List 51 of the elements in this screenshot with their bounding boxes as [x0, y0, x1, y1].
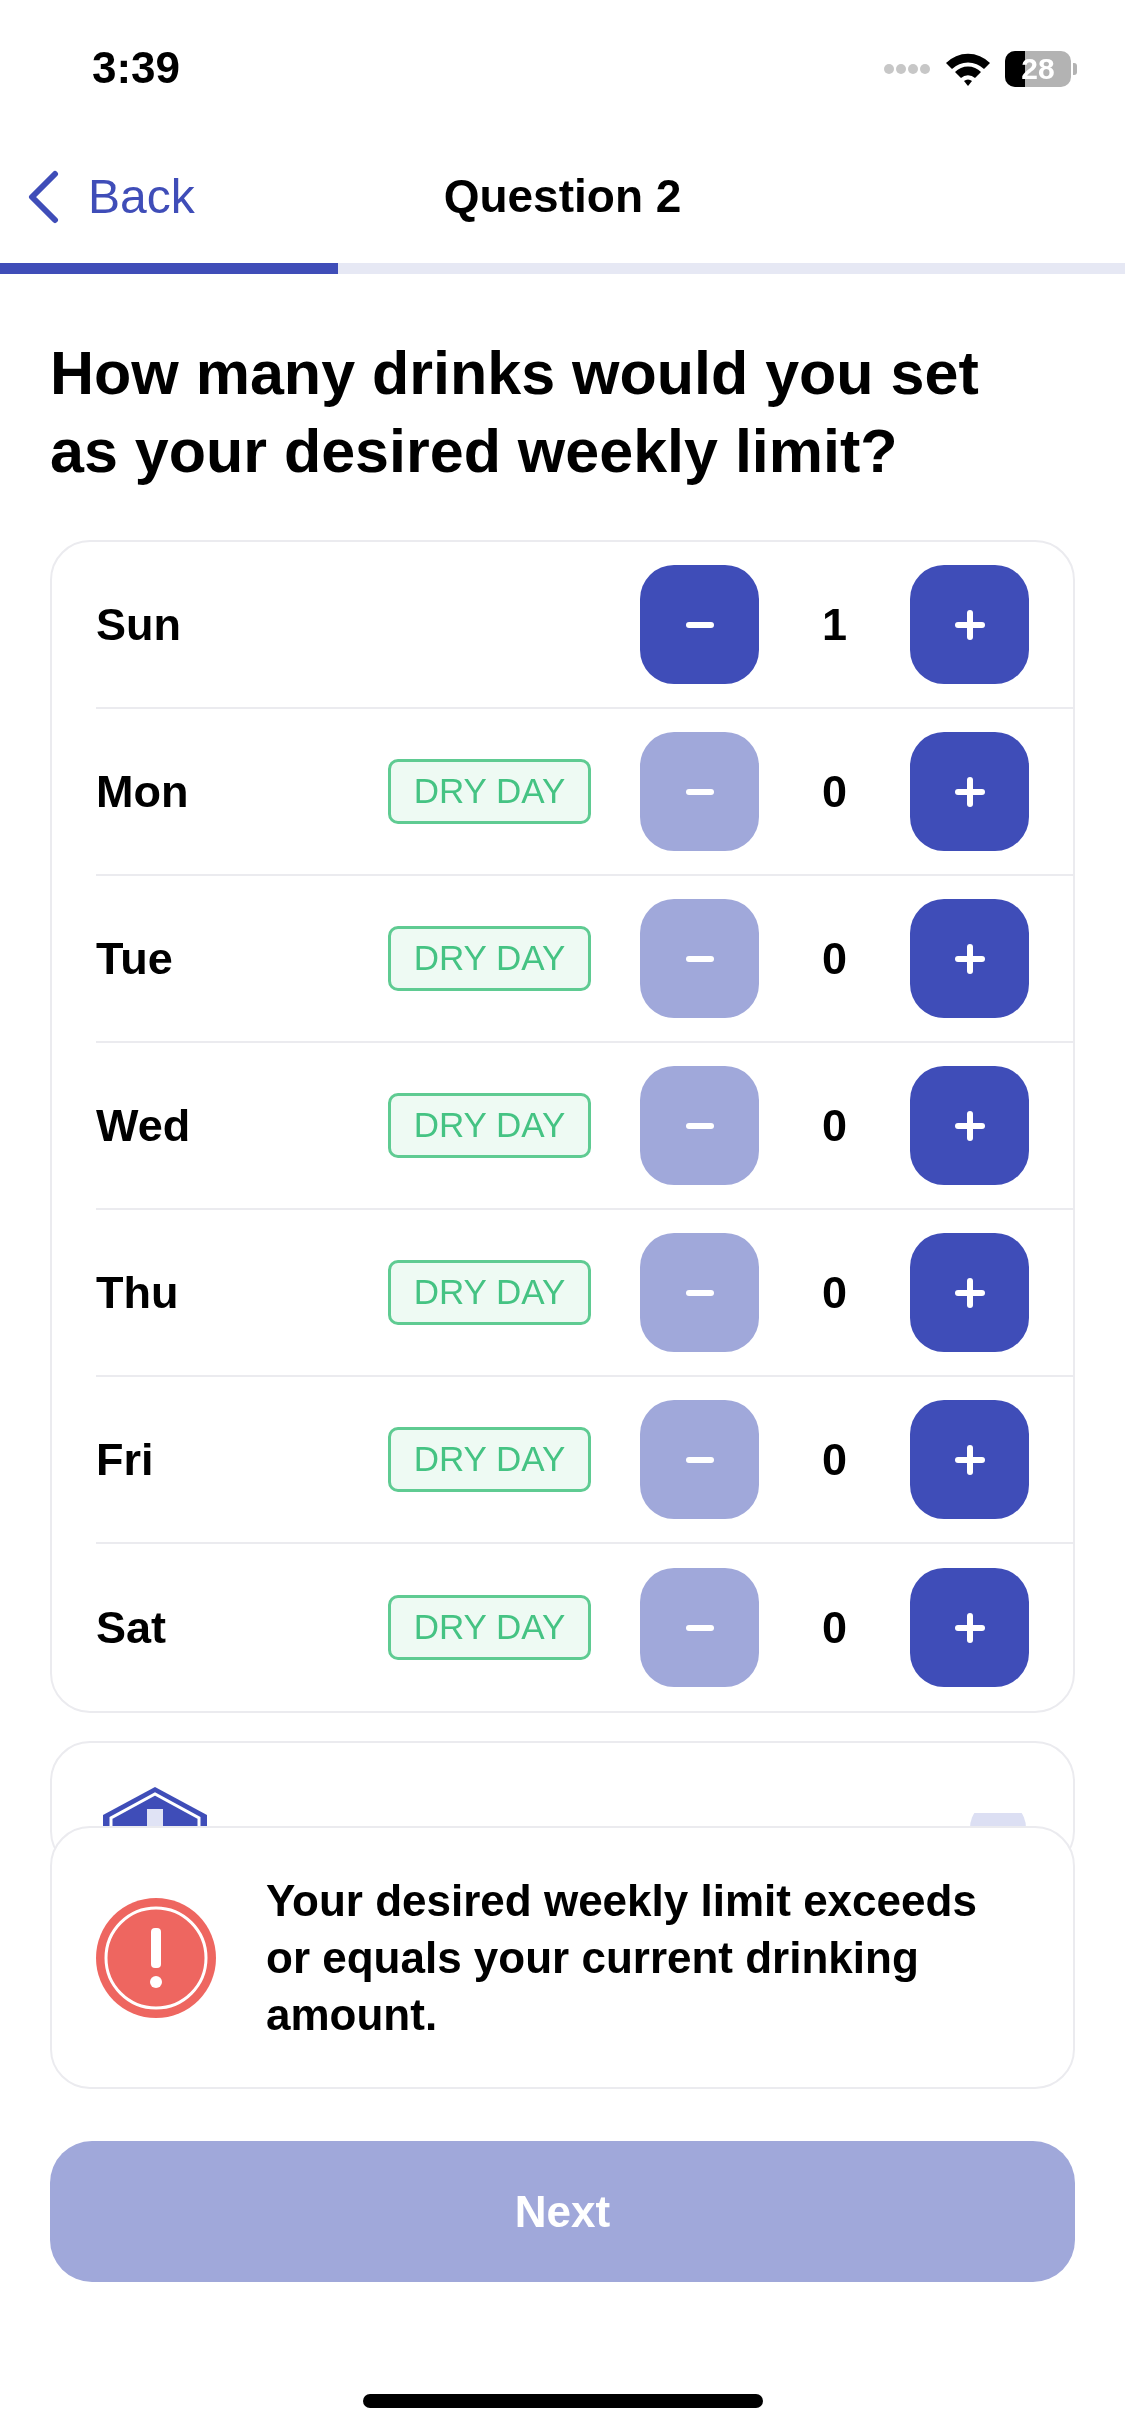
dry-day-badge: DRY DAY	[388, 1595, 591, 1660]
dry-day-badge: DRY DAY	[388, 1093, 591, 1158]
day-label: Wed	[96, 1098, 192, 1153]
minus-icon	[685, 955, 714, 962]
increment-button[interactable]	[910, 1568, 1029, 1687]
minus-icon	[685, 621, 714, 628]
day-label: Mon	[96, 764, 190, 819]
alert-icon	[96, 1897, 216, 2018]
plus-icon	[954, 776, 985, 807]
plus-icon	[954, 609, 985, 640]
drink-count: 1	[821, 597, 848, 652]
day-label: Tue	[96, 931, 174, 986]
dry-day-badge: DRY DAY	[388, 926, 591, 991]
increment-button[interactable]	[910, 565, 1029, 684]
plus-icon	[954, 1612, 985, 1643]
alert-message: Your desired weekly limit exceeds or equals your current drinking amount.	[266, 1875, 978, 2041]
chevron-left-icon	[26, 169, 60, 224]
minus-icon	[685, 1122, 714, 1129]
plus-icon	[954, 943, 985, 974]
drink-count: 0	[821, 1432, 848, 1487]
decrement-button[interactable]	[640, 565, 759, 684]
plus-icon	[954, 1277, 985, 1308]
back-button[interactable]: Back	[0, 159, 205, 234]
status-time: 3:39	[92, 42, 181, 94]
drink-count: 0	[821, 1098, 848, 1153]
increment-button[interactable]	[910, 1066, 1029, 1185]
increment-button[interactable]	[910, 1233, 1029, 1352]
screen-title: Question 2	[443, 169, 682, 224]
plus-icon	[954, 1110, 985, 1141]
drink-count: 0	[821, 764, 848, 819]
day-label: Sat	[96, 1600, 168, 1655]
wifi-icon	[945, 52, 991, 86]
increment-button[interactable]	[910, 732, 1029, 851]
minus-icon	[685, 1624, 714, 1631]
drink-count: 0	[821, 931, 848, 986]
question-heading: How many drinks would you set as your desired weekly limit?	[50, 338, 980, 487]
dry-day-badge: DRY DAY	[388, 1427, 591, 1492]
day-label: Sun	[96, 597, 182, 652]
plus-icon	[954, 1444, 985, 1475]
drink-count: 0	[821, 1265, 848, 1320]
day-label: Thu	[96, 1265, 180, 1320]
signal-icon	[883, 63, 931, 75]
minus-icon	[685, 1289, 714, 1296]
minus-icon	[685, 788, 714, 795]
dry-day-badge: DRY DAY	[388, 1260, 591, 1325]
minus-icon	[685, 1456, 714, 1463]
increment-button[interactable]	[910, 1400, 1029, 1519]
dry-day-badge: DRY DAY	[388, 759, 591, 824]
increment-button[interactable]	[910, 899, 1029, 1018]
drink-count: 0	[821, 1600, 848, 1655]
day-label: Fri	[96, 1432, 155, 1487]
